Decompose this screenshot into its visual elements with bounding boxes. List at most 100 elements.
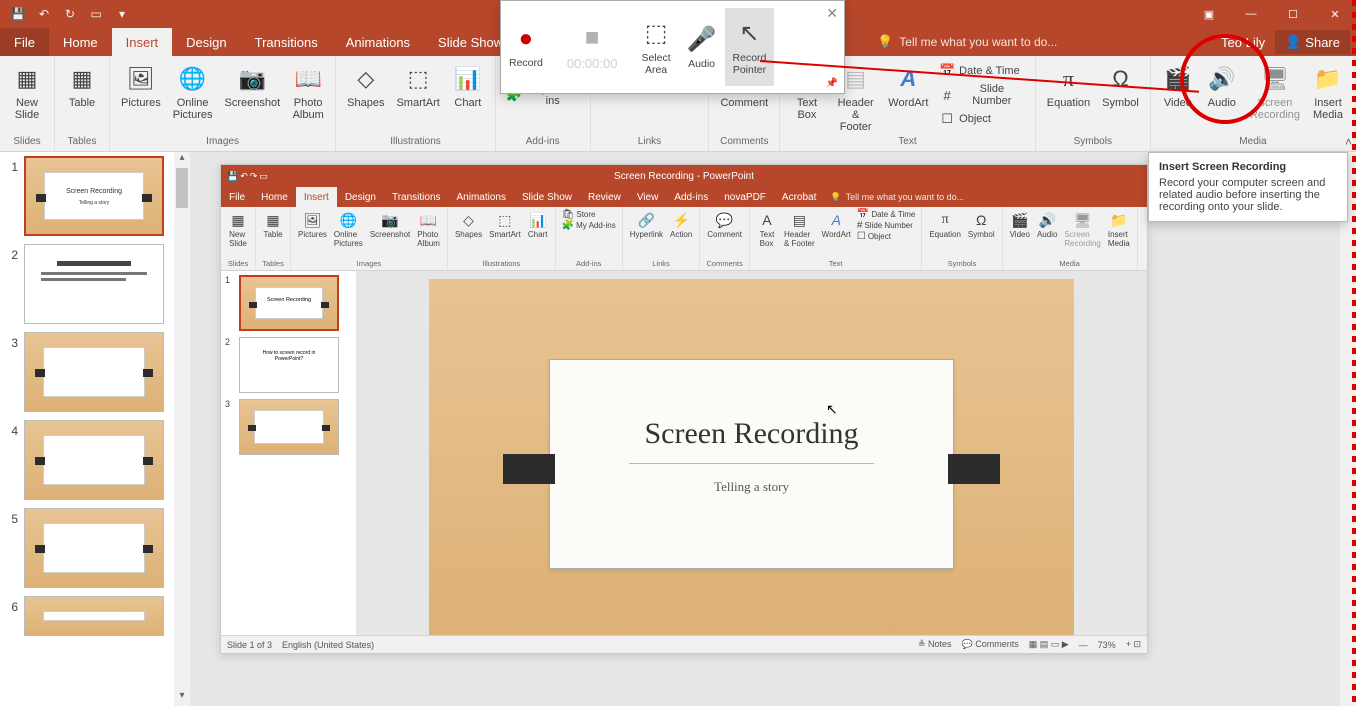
nested-ribbon: ▦New SlideSlides ▦TableTables 🖼Pictures … <box>221 207 1147 271</box>
nested-tab-acrobat[interactable]: Acrobat <box>774 187 824 207</box>
equation-label: Equation <box>1047 97 1090 109</box>
thumb-1-title: Screen Recording <box>50 188 138 195</box>
nested-tab-addins[interactable]: Add-ins <box>666 187 716 207</box>
nested-tab-review[interactable]: Review <box>580 187 629 207</box>
wordart-label: WordArt <box>888 97 928 109</box>
float-pin-icon[interactable]: 📌 <box>826 78 838 89</box>
group-addins-label: Add-ins <box>526 136 560 149</box>
float-close-icon[interactable]: ✕ <box>826 5 838 22</box>
stop-button[interactable]: ■00:00:00 <box>551 8 634 86</box>
pointer-icon: ↖ <box>739 19 759 48</box>
tab-transitions[interactable]: Transitions <box>241 28 332 56</box>
chart-button[interactable]: 📊Chart <box>447 58 489 112</box>
screen-recording-button[interactable]: 🖥Screen Recording <box>1245 58 1305 124</box>
share-button[interactable]: 👤 Share <box>1275 30 1350 54</box>
screenshot-icon: 📷 <box>236 63 268 95</box>
nested-tab-transitions[interactable]: Transitions <box>384 187 449 207</box>
nested-thumb-3[interactable]: 3 <box>225 399 352 455</box>
video-button[interactable]: 🎬Video <box>1157 58 1199 112</box>
table-button[interactable]: ▦Table <box>61 58 103 112</box>
thumb-2[interactable]: 2 <box>0 240 190 328</box>
record-label: Record <box>509 57 543 69</box>
maximize-button[interactable]: ☐ <box>1272 0 1314 28</box>
audio-button[interactable]: 🔊 Audio <box>1201 58 1243 112</box>
tab-insert[interactable]: Insert <box>112 28 173 56</box>
nested-tab-home[interactable]: Home <box>253 187 296 207</box>
nested-status-bar: Slide 1 of 3 English (United States) ≜ N… <box>221 635 1147 653</box>
thumb-4[interactable]: 4 <box>0 416 190 504</box>
quick-access-toolbar: 💾 ↶ ↻ ▭ ▾ <box>0 2 134 26</box>
redo-icon[interactable]: ↻ <box>58 2 82 26</box>
qat-more-icon[interactable]: ▾ <box>110 2 134 26</box>
video-label: Video <box>1164 97 1192 109</box>
thumb-1-sub: Telling a story <box>50 200 138 206</box>
nested-slide-title: Screen Recording <box>569 417 934 451</box>
nested-thumb-2[interactable]: 2How to screen record in PowerPoint? <box>225 337 352 393</box>
nested-tab-design[interactable]: Design <box>337 187 384 207</box>
nested-tab-novapdf[interactable]: novaPDF <box>716 187 774 207</box>
symbol-button[interactable]: ΩSymbol <box>1097 58 1144 112</box>
online-pictures-label: Online Pictures <box>173 97 213 121</box>
close-button[interactable]: ✕ <box>1314 0 1356 28</box>
nested-view-icons[interactable]: ▦ ▤ ▭ ▶ <box>1029 639 1069 650</box>
tab-file[interactable]: File <box>0 28 49 56</box>
tell-me-search[interactable]: 💡 Tell me what you want to do... <box>877 34 1215 50</box>
nested-tab-slideshow[interactable]: Slide Show <box>514 187 580 207</box>
header-footer-label: Header & Footer <box>835 97 877 133</box>
nested-comments[interactable]: 💬 Comments <box>962 639 1019 650</box>
pictures-button[interactable]: 🖼Pictures <box>116 58 166 112</box>
screenshot-button[interactable]: 📷Screenshot <box>220 58 286 112</box>
photo-album-label: Photo Album <box>293 97 324 121</box>
nested-tellme[interactable]: 💡Tell me what you want to do... <box>824 187 1147 207</box>
insert-media-icon: 📁 <box>1312 63 1344 95</box>
record-pointer-button[interactable]: ↖ Record Pointer <box>725 8 775 86</box>
tab-home[interactable]: Home <box>49 28 112 56</box>
select-area-icon: ⬚ <box>645 19 668 48</box>
thumb-3[interactable]: 3 <box>0 328 190 416</box>
thumb-6[interactable]: 6 <box>0 592 190 640</box>
start-from-beginning-icon[interactable]: ▭ <box>84 2 108 26</box>
audio-label: Audio <box>1208 97 1236 109</box>
nested-thumb-1[interactable]: 1Screen Recording <box>225 275 352 331</box>
record-button[interactable]: ●Record <box>501 8 551 86</box>
save-icon[interactable]: 💾 <box>6 2 30 26</box>
collapse-ribbon-icon[interactable]: ˄ <box>1345 135 1352 149</box>
nested-slide[interactable]: Screen Recording Telling a story ↖ <box>429 279 1074 639</box>
date-time-button[interactable]: 📅Date & Time <box>935 62 1029 80</box>
group-tables-label: Tables <box>68 136 97 149</box>
tab-animations[interactable]: Animations <box>332 28 424 56</box>
tab-design[interactable]: Design <box>172 28 240 56</box>
online-pictures-button[interactable]: 🌐Online Pictures <box>168 58 218 124</box>
minimize-button[interactable]: — <box>1230 0 1272 28</box>
insert-media-button[interactable]: 📁Insert Media <box>1307 58 1349 124</box>
object-button[interactable]: ☐Object <box>935 110 1029 128</box>
ribbon-display-icon[interactable]: ▣ <box>1188 0 1230 28</box>
thumbs-scrollbar[interactable]: ▴▾ <box>174 152 190 706</box>
shapes-button[interactable]: ◇Shapes <box>342 58 389 112</box>
new-slide-button[interactable]: ▦New Slide <box>6 58 48 124</box>
nested-tab-insert[interactable]: Insert <box>296 187 337 207</box>
wordart-button[interactable]: AWordArt <box>883 58 933 112</box>
thumb-1[interactable]: 1 Screen RecordingTelling a story <box>0 152 190 240</box>
audio-icon: 🔊 <box>1206 63 1238 95</box>
stop-icon: ■ <box>585 24 600 52</box>
nested-tab-view[interactable]: View <box>629 187 667 207</box>
nested-slide-indicator: Slide 1 of 3 <box>227 640 272 650</box>
record-pointer-label: Record Pointer <box>733 52 767 76</box>
nested-tab-file[interactable]: File <box>221 187 253 207</box>
slide-thumbnails-panel: 1 Screen RecordingTelling a story 2 3 4 … <box>0 152 190 706</box>
nested-zoom[interactable]: 73% <box>1098 640 1116 650</box>
undo-icon[interactable]: ↶ <box>32 2 56 26</box>
float-audio-button[interactable]: 🎤Audio <box>679 8 725 86</box>
equation-button[interactable]: πEquation <box>1042 58 1095 112</box>
nested-notes[interactable]: ≜ Notes <box>918 639 952 650</box>
tooltip-title: Insert Screen Recording <box>1159 161 1337 173</box>
select-area-button[interactable]: ⬚Select Area <box>633 8 678 86</box>
thumb-5[interactable]: 5 <box>0 504 190 592</box>
smartart-button[interactable]: ⬚SmartArt <box>391 58 444 112</box>
photo-album-button[interactable]: 📖Photo Album <box>287 58 329 124</box>
user-name[interactable]: Teo Lily <box>1221 35 1265 50</box>
slide-number-button[interactable]: #Slide Number <box>935 82 1029 108</box>
nested-tabs: File Home Insert Design Transitions Anim… <box>221 187 1147 207</box>
nested-tab-animations[interactable]: Animations <box>449 187 514 207</box>
